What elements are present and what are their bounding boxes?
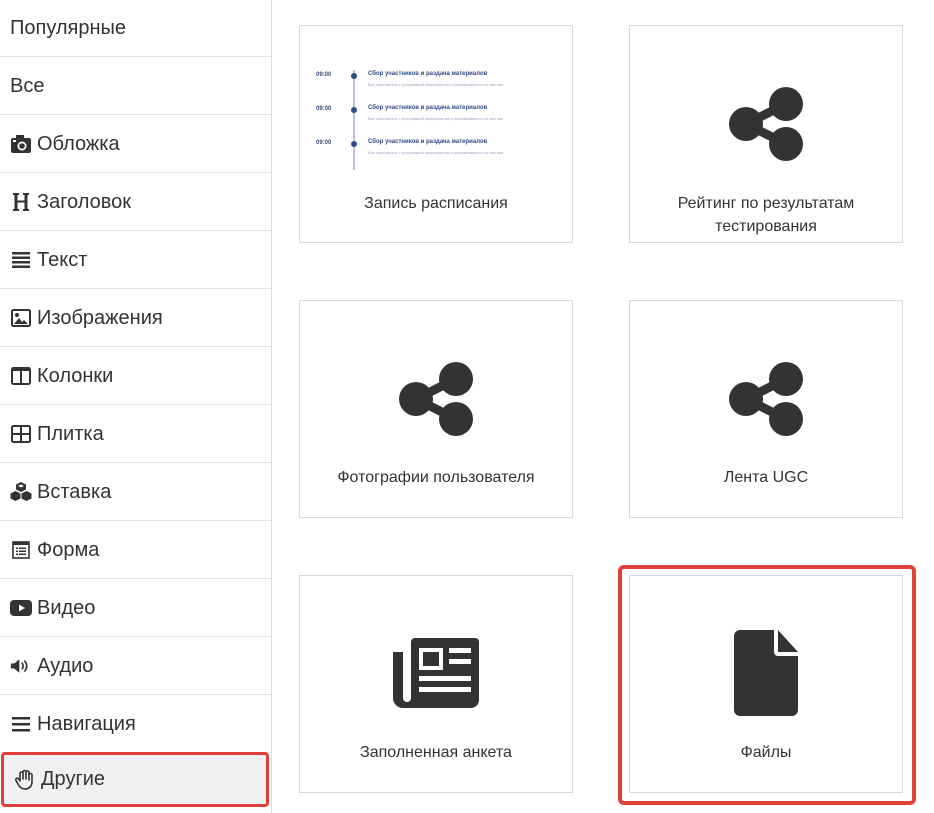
share-icon bbox=[300, 361, 572, 437]
block-card-ugc-feed[interactable]: Лента UGC bbox=[629, 300, 903, 518]
sidebar-item-embed[interactable]: Вставка bbox=[0, 464, 271, 521]
block-card-schedule[interactable]: 09:00 Сбор участников и раздача материал… bbox=[299, 25, 573, 243]
card-label: Рейтинг по результатам тестирования bbox=[677, 195, 855, 235]
sidebar-item-heading[interactable]: Заголовок bbox=[0, 174, 271, 231]
sidebar-item-label: Заголовок bbox=[37, 190, 132, 213]
card-label: Фотографии пользователя bbox=[337, 469, 535, 486]
heading-icon bbox=[10, 191, 32, 213]
share-icon bbox=[630, 361, 902, 437]
block-category-sidebar: Популярные Все Обложка Заголовок Текст И… bbox=[0, 0, 272, 813]
sidebar-item-label: Аудио bbox=[37, 654, 94, 677]
text-lines-icon bbox=[10, 249, 32, 271]
sidebar-item-popular[interactable]: Популярные bbox=[0, 0, 271, 57]
card-label: Лента UGC bbox=[723, 469, 809, 486]
schedule-preview-row: 09:00 Сбор участников и раздача материал… bbox=[316, 71, 503, 87]
sidebar-item-cover[interactable]: Обложка bbox=[0, 116, 271, 173]
sidebar-item-label: Форма bbox=[37, 538, 100, 561]
sidebar-item-label: Видео bbox=[37, 596, 96, 619]
card-label: Заполненная анкета bbox=[360, 744, 512, 761]
sidebar-item-label: Популярные bbox=[10, 16, 127, 39]
sidebar-item-tiles[interactable]: Плитка bbox=[0, 406, 271, 463]
hand-icon bbox=[14, 769, 36, 791]
sidebar-item-audio[interactable]: Аудио bbox=[0, 638, 271, 695]
share-icon bbox=[630, 86, 902, 162]
image-icon bbox=[10, 307, 32, 329]
sidebar-item-label: Текст bbox=[37, 248, 88, 271]
schedule-preview-row: 09:00 Сбор участников и раздача материал… bbox=[316, 105, 503, 121]
grid-icon bbox=[10, 423, 32, 445]
sidebar-item-images[interactable]: Изображения bbox=[0, 290, 271, 347]
schedule-preview: 09:00 Сбор участников и раздача материал… bbox=[316, 66, 556, 170]
card-label: Запись расписания bbox=[364, 195, 508, 212]
sidebar-item-video[interactable]: Видео bbox=[0, 580, 271, 637]
sidebar-item-label: Вставка bbox=[37, 480, 112, 503]
newspaper-icon bbox=[300, 636, 572, 708]
block-card-files[interactable]: Файлы bbox=[629, 575, 903, 793]
sidebar-item-all[interactable]: Все bbox=[0, 58, 271, 115]
file-icon bbox=[630, 630, 902, 716]
camera-icon bbox=[10, 133, 32, 155]
cubes-icon bbox=[10, 481, 32, 503]
sidebar-item-label: Обложка bbox=[37, 132, 120, 155]
sidebar-item-navigation[interactable]: Навигация bbox=[0, 696, 271, 753]
block-card-user-photos[interactable]: Фотографии пользователя bbox=[299, 300, 573, 518]
sidebar-item-label: Изображения bbox=[37, 306, 163, 329]
volume-icon bbox=[10, 655, 32, 677]
sidebar-item-columns[interactable]: Колонки bbox=[0, 348, 271, 405]
sidebar-item-label: Другие bbox=[41, 768, 106, 790]
block-card-filled-form[interactable]: Заполненная анкета bbox=[299, 575, 573, 793]
form-icon bbox=[10, 539, 32, 561]
sidebar-item-label: Плитка bbox=[37, 422, 104, 445]
block-card-test-rating[interactable]: Рейтинг по результатам тестирования bbox=[629, 25, 903, 243]
sidebar-item-other[interactable]: Другие bbox=[1, 752, 269, 807]
schedule-preview-row: 09:00 Сбор участников и раздача материал… bbox=[316, 139, 503, 155]
sidebar-item-label: Колонки bbox=[37, 364, 114, 387]
sidebar-item-label: Навигация bbox=[37, 712, 136, 735]
menu-icon bbox=[10, 713, 32, 735]
sidebar-item-text[interactable]: Текст bbox=[0, 232, 271, 289]
sidebar-item-form[interactable]: Форма bbox=[0, 522, 271, 579]
youtube-icon bbox=[10, 597, 32, 619]
columns-icon bbox=[10, 365, 32, 387]
card-label: Файлы bbox=[740, 744, 792, 761]
sidebar-item-label: Все bbox=[10, 74, 45, 97]
